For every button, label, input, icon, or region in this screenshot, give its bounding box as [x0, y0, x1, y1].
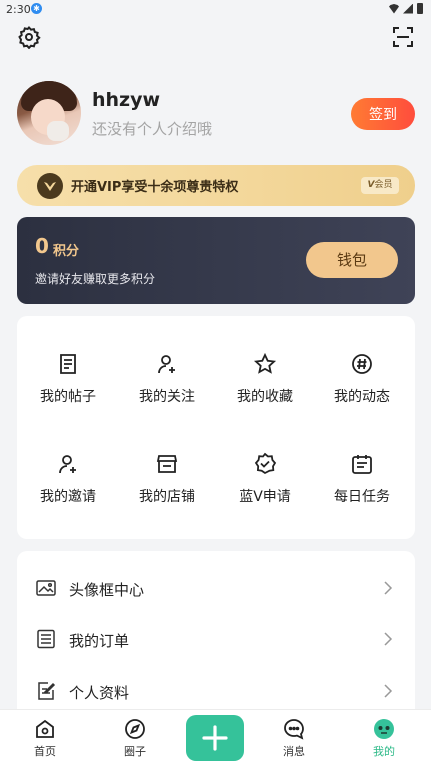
grid-item-posts[interactable]: 我的帖子: [19, 352, 117, 432]
tab-messages[interactable]: 消息: [251, 710, 337, 766]
hashtag-icon: [352, 354, 372, 374]
list-item-label: 头像框中心: [69, 581, 145, 599]
status-icons: [389, 3, 423, 14]
grid-item-daily-tasks[interactable]: 每日任务: [313, 452, 411, 532]
tab-circle[interactable]: 圈子: [92, 710, 178, 766]
avatar[interactable]: [17, 81, 81, 145]
battery-icon: [417, 3, 423, 14]
tab-label: 首页: [34, 745, 56, 758]
checkin-button[interactable]: 签到: [351, 98, 415, 130]
vip-crown-icon: [37, 173, 63, 199]
grid-item-invite[interactable]: 我的邀请: [19, 452, 117, 532]
grid-item-shop[interactable]: 我的店铺: [118, 452, 216, 532]
calendar-icon: [352, 455, 372, 474]
invite-icon: [59, 455, 76, 474]
bluetooth-icon: ✱: [31, 3, 42, 14]
grid-item-label: 蓝V申请: [239, 489, 291, 505]
order-icon: [37, 629, 55, 649]
plus-icon: [202, 725, 228, 751]
chevron-right-icon: [384, 581, 393, 595]
username[interactable]: hhzyw: [92, 89, 160, 111]
compass-icon: [125, 719, 145, 739]
grid-item-label: 我的动态: [334, 389, 390, 405]
status-bar: 2:30 ✱: [0, 0, 431, 18]
tab-label: 我的: [373, 745, 395, 758]
grid-item-follow[interactable]: 我的关注: [118, 352, 216, 432]
grid-item-label: 我的邀请: [40, 489, 96, 505]
tab-home[interactable]: 首页: [2, 710, 88, 766]
vip-banner[interactable]: 开通VIP享受十余项尊贵特权 V会员: [17, 165, 415, 206]
grid-item-label: 我的帖子: [40, 389, 96, 405]
grid-item-label: 每日任务: [334, 489, 390, 505]
wallet-button[interactable]: 钱包: [306, 242, 398, 278]
points-value: 0: [35, 234, 49, 258]
chevron-right-icon: [384, 632, 393, 646]
user-bio[interactable]: 还没有个人介绍哦: [92, 118, 212, 139]
add-post-button[interactable]: [186, 715, 244, 761]
star-icon: [253, 352, 277, 374]
menu-list: 头像框中心 我的订单 个人资料: [17, 551, 415, 721]
grid-item-favorites[interactable]: 我的收藏: [216, 352, 314, 432]
chevron-right-icon: [384, 684, 393, 698]
list-item-label: 个人资料: [69, 684, 130, 702]
profile-edit-icon: [38, 682, 56, 700]
signal-icon: [403, 3, 413, 14]
tab-me[interactable]: 我的: [341, 710, 427, 766]
vip-text: 开通VIP享受十余项尊贵特权: [71, 180, 239, 195]
shop-icon: [156, 455, 178, 473]
verify-badge-icon: [254, 452, 277, 475]
vip-badge: V会员: [361, 177, 399, 194]
grid-item-label: 我的店铺: [139, 489, 195, 505]
wifi-icon: [389, 4, 399, 14]
invite-friends-text[interactable]: 邀请好友赚取更多积分: [35, 270, 155, 287]
image-frame-icon: [36, 580, 56, 596]
me-icon: [374, 719, 394, 739]
follow-icon: [158, 355, 175, 374]
status-time: 2:30: [6, 3, 31, 16]
tab-label: 消息: [283, 745, 305, 758]
feature-grid: 我的帖子 我的关注 我的收藏 我的动态 我的邀请 我的店铺 蓝V申请 每日任务: [17, 316, 415, 539]
chat-icon: [284, 719, 304, 740]
posts-icon: [60, 354, 76, 374]
home-icon: [36, 719, 54, 738]
scan-icon[interactable]: [391, 25, 415, 49]
settings-icon[interactable]: [17, 25, 41, 50]
list-item-label: 我的订单: [69, 632, 130, 650]
grid-item-blue-v[interactable]: 蓝V申请: [216, 452, 314, 532]
grid-item-label: 我的关注: [139, 389, 195, 405]
tab-label: 圈子: [124, 745, 146, 758]
points-wallet-card: 0 积分 邀请好友赚取更多积分 钱包: [17, 217, 415, 304]
list-item-avatar-frame[interactable]: 头像框中心: [17, 563, 415, 613]
grid-item-activity[interactable]: 我的动态: [313, 352, 411, 432]
grid-item-label: 我的收藏: [237, 389, 293, 405]
points-label: 积分: [53, 244, 80, 259]
list-item-orders[interactable]: 我的订单: [17, 614, 415, 664]
